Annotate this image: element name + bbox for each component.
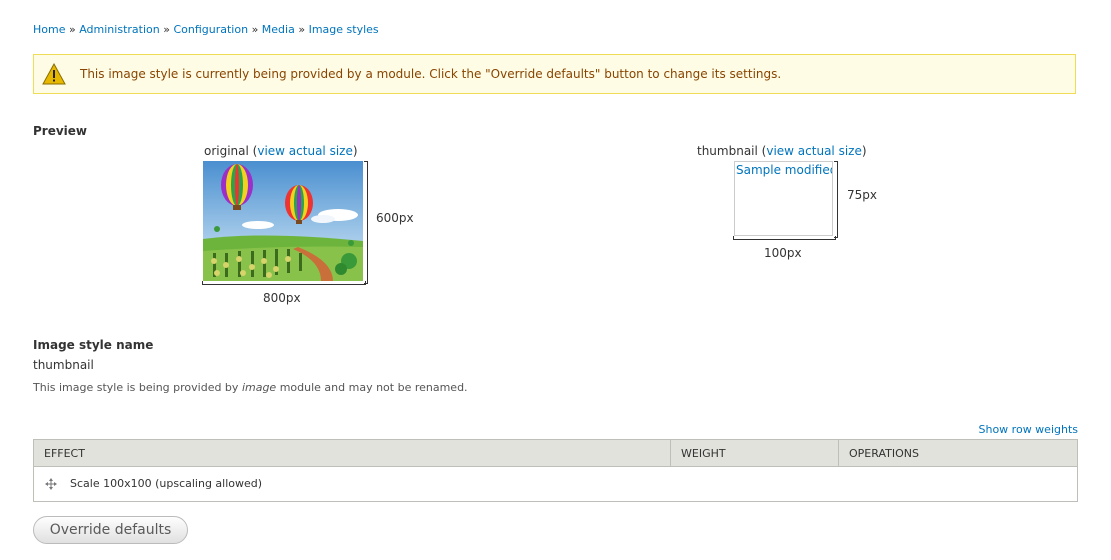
weight-cell [670, 466, 839, 502]
original-width-marker [202, 281, 366, 285]
breadcrumb-image-styles[interactable]: Image styles [309, 23, 379, 36]
thumbnail-view-actual-size-link[interactable]: view actual size [766, 144, 861, 158]
style-name-desc-after: module and may not be renamed. [276, 381, 468, 394]
style-name-heading: Image style name [33, 338, 154, 352]
thumbnail-preview-image[interactable]: Sample modified image [734, 161, 833, 236]
original-height-label: 600px [376, 211, 414, 225]
column-header-operations: Operations [838, 439, 1078, 467]
thumbnail-label: thumbnail [697, 144, 758, 158]
breadcrumb-separator: » [163, 23, 170, 36]
table-row: Scale 100x100 (upscaling allowed) [33, 466, 1078, 502]
breadcrumb-administration[interactable]: Administration [79, 23, 160, 36]
thumbnail-height-marker [834, 161, 838, 238]
thumbnail-width-marker [733, 236, 836, 240]
breadcrumb-separator: » [298, 23, 306, 36]
balloon-landscape-image [203, 161, 363, 281]
thumbnail-caption: thumbnail (view actual size) [697, 144, 867, 158]
effect-cell: Scale 100x100 (upscaling allowed) [33, 466, 671, 502]
style-name-value: thumbnail [33, 358, 94, 372]
column-header-effect: Effect [33, 439, 671, 467]
original-caption: original (view actual size) [204, 144, 358, 158]
original-view-actual-size-link[interactable]: view actual size [257, 144, 352, 158]
drag-handle-icon[interactable] [44, 477, 58, 491]
breadcrumb-separator: » [68, 23, 76, 36]
column-header-weight: Weight [670, 439, 839, 467]
effects-table: Effect Weight Operations Scale 100x100 (… [33, 439, 1078, 502]
original-height-marker [364, 161, 368, 284]
style-name-description: This image style is being provided by im… [33, 381, 468, 394]
thumbnail-width-label: 100px [764, 246, 802, 260]
thumbnail-alt-text: Sample modified image [736, 163, 832, 177]
thumbnail-height-label: 75px [847, 188, 877, 202]
style-name-desc-module: image [241, 381, 277, 394]
breadcrumb-home[interactable]: Home [33, 23, 65, 36]
warning-message: This image style is currently being prov… [33, 54, 1076, 94]
override-defaults-button[interactable]: Override defaults [33, 516, 188, 544]
original-width-label: 800px [263, 291, 301, 305]
breadcrumb-separator: » [251, 23, 259, 36]
style-name-desc-before: This image style is being provided by [33, 381, 242, 394]
original-label: original [204, 144, 249, 158]
original-preview-image[interactable] [203, 161, 363, 281]
table-header-row: Effect Weight Operations [33, 439, 1078, 467]
warning-icon [42, 63, 66, 85]
effect-name: Scale 100x100 (upscaling allowed) [70, 477, 263, 490]
breadcrumb-media[interactable]: Media [262, 23, 295, 36]
breadcrumb: Home » Administration » Configuration » … [33, 23, 379, 36]
breadcrumb-configuration[interactable]: Configuration [173, 23, 248, 36]
preview-heading: Preview [33, 124, 88, 138]
show-row-weights-link[interactable]: Show row weights [979, 423, 1079, 436]
warning-text: This image style is currently being prov… [80, 67, 782, 81]
operations-cell [838, 466, 1078, 502]
